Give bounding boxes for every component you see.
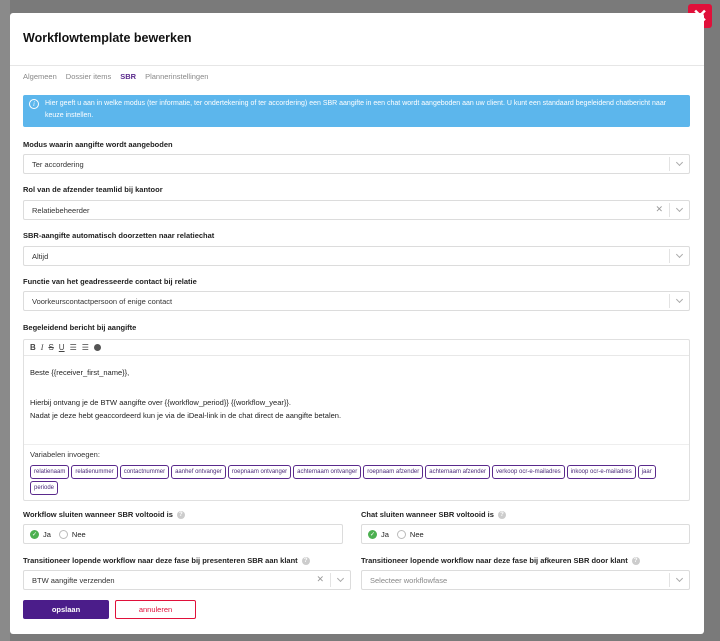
numbered-list-icon[interactable]: ☰: [82, 343, 89, 352]
message-line: Nadat je deze hebt geaccordeerd kun je v…: [30, 411, 342, 420]
variable-chip[interactable]: achternaam ontvanger: [293, 465, 362, 479]
variables-divider: [24, 444, 689, 445]
radio-yes-label[interactable]: Ja: [43, 530, 51, 539]
help-icon[interactable]: ?: [631, 557, 640, 566]
tab-dossier-items[interactable]: Dossier items: [66, 72, 111, 81]
variable-chip[interactable]: roepnaam ontvanger: [227, 465, 292, 479]
bold-button[interactable]: B: [30, 343, 36, 352]
chevron-down-icon[interactable]: [669, 157, 689, 171]
variables-list: relatienaam relatienummer contactnummer …: [30, 465, 670, 495]
info-icon: i: [29, 99, 39, 109]
fase-afkeuren-label-text: Transitioneer lopende workflow naar deze…: [361, 556, 628, 565]
help-icon[interactable]: ?: [497, 511, 506, 520]
chevron-down-icon[interactable]: [669, 203, 689, 217]
chat-sluiten-label-text: Chat sluiten wanneer SBR voltooid is: [361, 510, 494, 519]
variable-chip[interactable]: achternaam afzender: [425, 465, 490, 479]
help-icon[interactable]: ?: [176, 511, 185, 520]
radio-unselected-icon[interactable]: [396, 529, 406, 539]
modal-dialog: Workflowtemplate bewerken Algemeen Dossi…: [10, 13, 704, 634]
editor-toolbar: B I S U ☰ ☰: [24, 340, 689, 356]
workflow-sluiten-radio: ✓ Ja Nee: [23, 524, 343, 544]
workflow-sluiten-label-text: Workflow sluiten wanneer SBR voltooid is: [23, 510, 173, 519]
info-text: Hier geeft u aan in welke modus (ter inf…: [45, 100, 667, 119]
radio-selected-icon[interactable]: ✓: [368, 529, 377, 539]
radio-no-label[interactable]: Nee: [72, 530, 86, 539]
variable-chip[interactable]: contactnummer: [119, 465, 170, 479]
fase-afkeuren-select[interactable]: Selecteer workflowfase: [361, 570, 690, 590]
variable-chip[interactable]: relatienummer: [71, 465, 118, 479]
clear-icon[interactable]: ✕: [316, 574, 324, 585]
variable-chip[interactable]: inkoop ocr-e-mailadres: [566, 465, 636, 479]
radio-no-label[interactable]: Nee: [410, 530, 424, 539]
modus-label: Modus waarin aangifte wordt aangeboden: [23, 140, 173, 149]
variable-chip[interactable]: aanhef ontvanger: [171, 465, 226, 479]
variable-chip[interactable]: verkoop ocr-e-mailadres: [491, 465, 565, 479]
modus-value: Ter accordering: [32, 159, 84, 169]
tab-algemeen[interactable]: Algemeen: [23, 72, 57, 81]
info-banner: i Hier geeft u aan in welke modus (ter i…: [23, 95, 690, 127]
radio-yes-label[interactable]: Ja: [381, 530, 389, 539]
backdrop: [0, 0, 10, 641]
chevron-down-icon[interactable]: [669, 294, 689, 308]
clear-icon[interactable]: ✕: [655, 204, 663, 215]
cancel-button[interactable]: annuleren: [115, 600, 196, 619]
chat-sluiten-label: Chat sluiten wanneer SBR voltooid is?: [361, 510, 506, 520]
rol-value: Relatiebeheerder: [32, 205, 90, 215]
variable-chip[interactable]: relatienaam: [30, 465, 70, 479]
message-line: Hierbij ontvang je de BTW aangifte over …: [30, 398, 291, 407]
rol-select[interactable]: Relatiebeheerder ✕: [23, 200, 690, 220]
tab-sbr[interactable]: SBR: [120, 72, 136, 81]
bericht-label: Begeleidend bericht bij aangifte: [23, 323, 137, 332]
fase-presenteren-select[interactable]: BTW aangifte verzenden ✕: [23, 570, 351, 590]
chat-sluiten-radio: ✓ Ja Nee: [361, 524, 690, 544]
fase-presenteren-label: Transitioneer lopende workflow naar deze…: [23, 556, 310, 566]
strikethrough-button[interactable]: S: [48, 343, 53, 352]
workflow-sluiten-label: Workflow sluiten wanneer SBR voltooid is…: [23, 510, 185, 520]
variables-title: Variabelen invoegen:: [30, 450, 100, 459]
variable-chip[interactable]: jaar: [637, 465, 656, 479]
underline-button[interactable]: U: [59, 343, 65, 352]
tab-plannerinstellingen[interactable]: Plannerinstellingen: [145, 72, 208, 81]
functie-select[interactable]: Voorkeurscontactpersoon of enige contact: [23, 291, 690, 311]
bullet-list-icon[interactable]: ☰: [70, 343, 77, 352]
radio-selected-icon[interactable]: ✓: [30, 529, 39, 539]
fase-presenteren-label-text: Transitioneer lopende workflow naar deze…: [23, 556, 298, 565]
chevron-down-icon[interactable]: [330, 573, 350, 587]
message-line: Beste {{receiver_first_name}},: [30, 368, 130, 377]
variable-chip[interactable]: periode: [30, 481, 59, 495]
variable-chip[interactable]: roepnaam afzender: [363, 465, 424, 479]
chevron-down-icon[interactable]: [669, 573, 689, 587]
title-divider: [10, 65, 704, 66]
italic-button[interactable]: I: [41, 343, 44, 352]
doorzetten-value: Altijd: [32, 251, 49, 261]
fase-afkeuren-placeholder: Selecteer workflowfase: [370, 575, 448, 585]
fase-afkeuren-label: Transitioneer lopende workflow naar deze…: [361, 556, 640, 566]
rol-label: Rol van de afzender teamlid bij kantoor: [23, 185, 163, 194]
modus-select[interactable]: Ter accordering: [23, 154, 690, 174]
radio-unselected-icon[interactable]: [58, 529, 68, 539]
help-icon[interactable]: ?: [301, 557, 310, 566]
functie-label: Functie van het geadresseerde contact bi…: [23, 277, 197, 286]
message-editor[interactable]: B I S U ☰ ☰ Beste {{receiver_first_name}…: [23, 339, 690, 501]
tab-bar: Algemeen Dossier items SBR Plannerinstel…: [23, 72, 208, 81]
doorzetten-select[interactable]: Altijd: [23, 246, 690, 266]
save-button[interactable]: opslaan: [23, 600, 109, 619]
fase-presenteren-value: BTW aangifte verzenden: [32, 575, 115, 585]
editor-content[interactable]: Beste {{receiver_first_name}}, Hierbij o…: [30, 368, 341, 421]
chevron-down-icon[interactable]: [669, 249, 689, 263]
doorzetten-label: SBR-aangifte automatisch doorzetten naar…: [23, 231, 215, 240]
modal-title: Workflowtemplate bewerken: [23, 31, 192, 45]
emoji-icon[interactable]: [93, 344, 101, 351]
functie-value: Voorkeurscontactpersoon of enige contact: [32, 296, 173, 306]
